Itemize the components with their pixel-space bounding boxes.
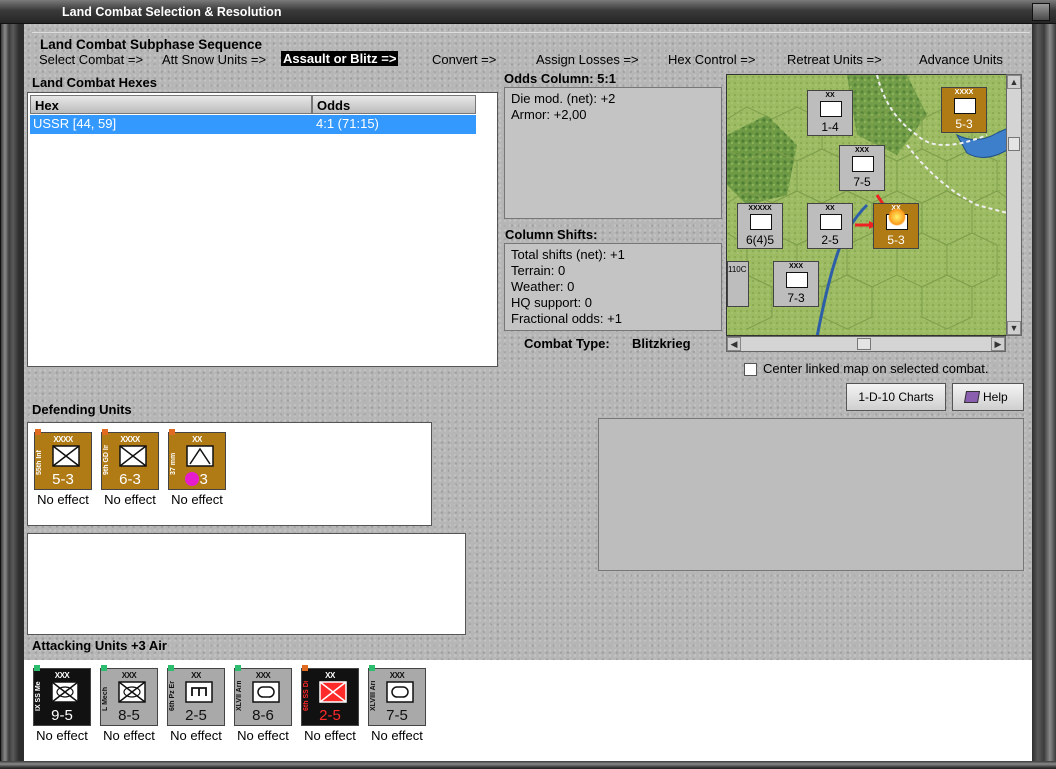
map-counter-4[interactable]: XX 2-5 (807, 203, 853, 249)
help-button-label: Help (983, 390, 1008, 404)
close-button[interactable] (1032, 3, 1050, 21)
row-hex: USSR [44, 59] (33, 116, 117, 131)
unit-symbol-icon (852, 156, 874, 172)
engineer-symbol-icon (185, 681, 213, 703)
column-header-hex[interactable]: Hex (30, 95, 312, 114)
defending-unit[interactable]: XXXX 9th GD Inf 6-3 No effect (101, 429, 161, 507)
scroll-down-icon[interactable]: ▼ (1007, 321, 1021, 335)
center-map-checkbox[interactable] (744, 363, 757, 376)
mountain-symbol-icon (186, 445, 214, 467)
weather-shift: Weather: 0 (511, 279, 575, 294)
odds-column-label: Odds Column: 5:1 (504, 71, 616, 86)
mech-symbol-icon (51, 681, 79, 703)
attacking-unit[interactable]: XX 6th SS Div 2-5 No effect (301, 665, 361, 743)
column-shifts-label: Column Shifts: (505, 227, 598, 242)
terrain-shift: Terrain: 0 (511, 263, 566, 278)
attacking-units-label: Attacking Units +3 Air (32, 638, 167, 653)
step-assign-losses: Assign Losses => (536, 52, 639, 67)
step-hex-control: Hex Control => (668, 52, 756, 67)
scroll-up-icon[interactable]: ▲ (1007, 75, 1021, 89)
hexes-label: Land Combat Hexes (32, 75, 157, 90)
step-assault-or-blitz: Assault or Blitz => (281, 51, 399, 66)
horizontal-scroll-thumb[interactable] (857, 338, 871, 350)
die-modifier: Die mod. (net): +2 (511, 91, 616, 106)
window-frame-right (1032, 0, 1056, 769)
attacking-unit[interactable]: XXX L Mech 8-5 No effect (100, 665, 160, 743)
map-counter-6[interactable]: XXX 7-3 (773, 261, 819, 307)
total-shifts: Total shifts (net): +1 (511, 247, 625, 262)
charts-button[interactable]: 1-D-10 Charts (846, 383, 946, 411)
defending-units-label: Defending Units (32, 402, 132, 417)
combat-explosion-icon (888, 208, 906, 226)
attacking-unit[interactable]: XXX XLVIII Arm 7-5 No effect (368, 665, 428, 743)
armor-modifier: Armor: +2,00 (511, 107, 587, 122)
map-counter-5[interactable]: XXXX 5-3 (941, 87, 987, 133)
attacking-unit[interactable]: XX 6th Pz Eng 2-5 No effect (167, 665, 227, 743)
fractional-odds-shift: Fractional odds: +1 (511, 311, 622, 326)
subphase-title: Land Combat Subphase Sequence (40, 37, 263, 52)
unit-symbol-icon (786, 272, 808, 288)
map-counter-1[interactable]: XX 1-4 (807, 90, 853, 136)
attacking-units-box: XXX IX SS Mech 9-5 No effect XXX L Mech … (24, 660, 1032, 761)
title-bar[interactable]: Land Combat Selection & Resolution (0, 0, 1056, 24)
column-header-odds[interactable]: Odds (312, 95, 476, 114)
main-panel: Land Combat Subphase Sequence Select Com… (24, 24, 1032, 761)
vertical-scroll-thumb[interactable] (1008, 137, 1020, 151)
help-button[interactable]: Help (952, 383, 1024, 411)
hq-support-shift: HQ support: 0 (511, 295, 592, 310)
step-select-combat: Select Combat => (39, 52, 144, 67)
status-dot-icon (185, 472, 199, 486)
unit-symbol-icon (820, 101, 842, 117)
attacking-unit[interactable]: XXX IX SS Mech 9-5 No effect (33, 665, 93, 743)
step-att-snow-units: Att Snow Units => (162, 52, 267, 67)
step-retreat-units: Retreat Units => (787, 52, 882, 67)
map-counter-partial[interactable]: 110C (727, 261, 749, 307)
window-title: Land Combat Selection & Resolution (62, 5, 282, 19)
map-counter-3[interactable]: XXXXX 6(4)5 (737, 203, 783, 249)
combat-type-label: Combat Type: (524, 336, 610, 351)
linked-map[interactable]: XX 1-4 XXX 7-5 XXXXX 6(4)5 XX 2-5 XXXX 5… (726, 74, 1014, 336)
window-frame-bottom (0, 761, 1056, 769)
unit-symbol-icon (820, 214, 842, 230)
help-book-icon (963, 391, 981, 403)
step-convert: Convert => (432, 52, 497, 67)
column-shifts-details: Total shifts (net): +1 Terrain: 0 Weathe… (504, 243, 722, 331)
hexes-table: Hex Odds USSR [44, 59] 4:1 (71:15) (27, 92, 498, 367)
defending-unit[interactable]: XX 37 mm 2-3 No effect (168, 429, 228, 507)
combat-type-value: Blitzkrieg (632, 336, 691, 351)
scroll-right-icon[interactable]: ▶ (991, 337, 1005, 351)
defending-unit[interactable]: XXXX 55th Inf 5-3 No effect (34, 429, 94, 507)
map-counter-target[interactable]: XX 5-3 (873, 203, 919, 249)
armor-symbol-icon (252, 681, 280, 703)
scroll-left-icon[interactable]: ◀ (727, 337, 741, 351)
map-counter-2[interactable]: XXX 7-5 (839, 145, 885, 191)
odds-details: Die mod. (net): +2 Armor: +2,00 (504, 87, 722, 219)
infantry-symbol-icon (319, 681, 347, 703)
notes-box (27, 533, 466, 635)
unit-symbol-icon (750, 214, 772, 230)
map-horizontal-scrollbar[interactable]: ◀ ▶ (726, 336, 1006, 352)
infantry-symbol-icon (119, 445, 147, 467)
defending-units-box: XXXX 55th Inf 5-3 No effect XXXX 9th GD … (27, 422, 432, 526)
map-vertical-scrollbar[interactable]: ▲ ▼ (1006, 74, 1022, 336)
center-map-label: Center linked map on selected combat. (763, 361, 989, 376)
step-advance-units: Advance Units (919, 52, 1003, 67)
mech-symbol-icon (118, 681, 146, 703)
unit-symbol-icon (954, 98, 976, 114)
row-odds: 4:1 (71:15) (316, 116, 379, 131)
infantry-symbol-icon (52, 445, 80, 467)
attacking-unit[interactable]: XXX XLVII Arm 8-6 No effect (234, 665, 294, 743)
combat-results-panel (598, 418, 1024, 571)
armor-symbol-icon (386, 681, 414, 703)
table-row[interactable]: USSR [44, 59] 4:1 (71:15) (30, 115, 476, 134)
